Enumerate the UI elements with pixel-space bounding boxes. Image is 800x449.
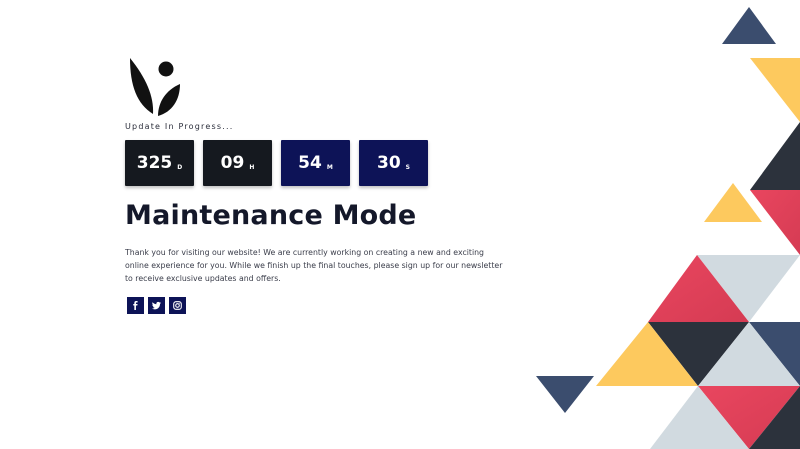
triangle-shape xyxy=(536,376,594,413)
triangle-shape xyxy=(750,122,800,190)
triangle-shape xyxy=(750,190,800,255)
triangle-shape xyxy=(722,7,776,44)
triangle-shape xyxy=(750,58,800,122)
decorative-triangles xyxy=(536,7,800,449)
